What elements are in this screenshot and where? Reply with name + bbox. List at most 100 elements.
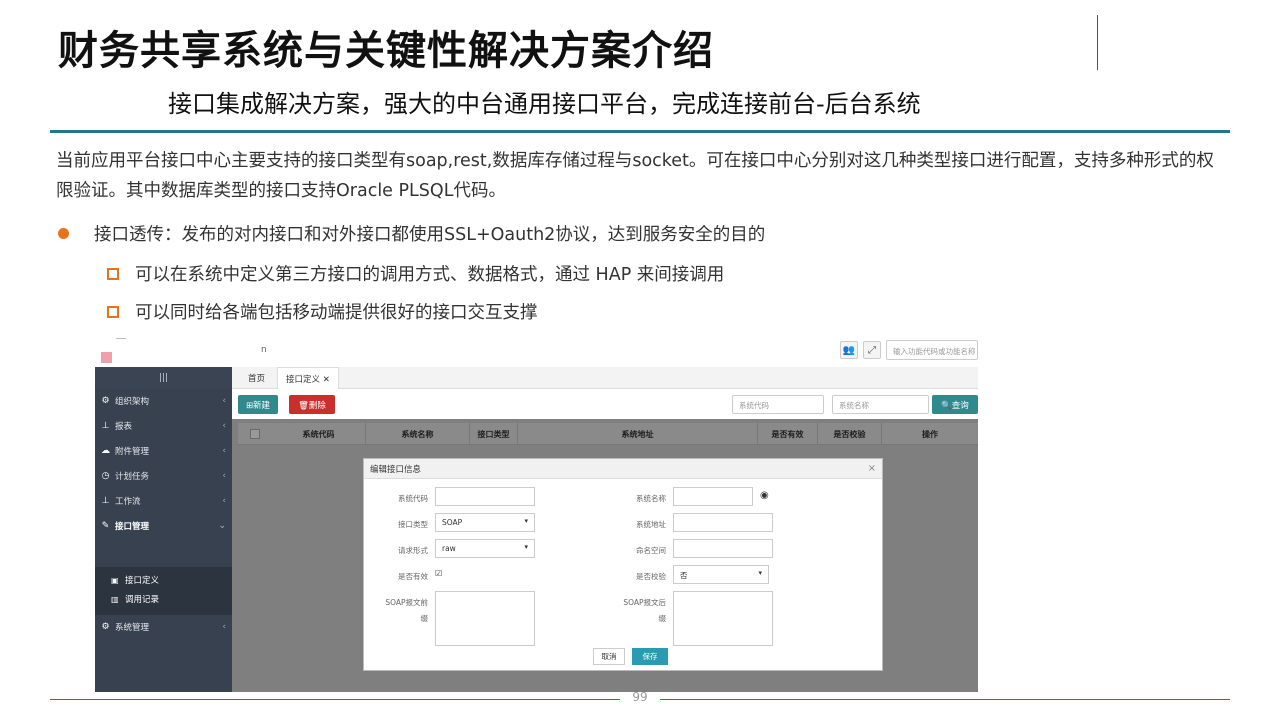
sidebar-submenu: ▣ 接口定义 ▥ 调用记录	[95, 567, 232, 615]
caret-down-icon: ▾	[524, 517, 528, 525]
request-form-value: raw	[442, 544, 456, 553]
title-divider	[1097, 15, 1098, 70]
sidebar-item-org[interactable]: ⚙ 组织架构 ‹	[95, 389, 232, 413]
footer-rule-right	[660, 699, 1230, 700]
filter-system-name-input[interactable]: 系统名称	[832, 395, 929, 414]
system-name-label: 系统名称	[636, 494, 666, 503]
sidebar-item-label: 组织架构	[115, 397, 150, 407]
sub-bullet-1: 可以在系统中定义第三方接口的调用方式、数据格式，通过 HAP 来间接调用	[107, 261, 724, 286]
sub-bullet-2: 可以同时给各端包括移动端提供很好的接口交互支撑	[107, 299, 538, 324]
table-header: 系统代码 系统名称 接口类型 系统地址 是否有效 是否校验 操作	[238, 423, 978, 445]
is-valid-label: 是否有效	[398, 572, 428, 581]
column-header[interactable]: 是否校验	[818, 423, 882, 445]
toolbar: ⊞新建 🗑删除 系统代码 系统名称 🔍查询	[232, 389, 978, 419]
sidebar-item-label: 工作流	[115, 497, 141, 507]
sidebar-item-report[interactable]: ⊥ 报表 ‹	[95, 414, 232, 438]
slide-title: 财务共享系统与关键性解决方案介绍	[58, 28, 714, 74]
sidebar: ||| ⚙ 组织架构 ‹ ⊥ 报表 ‹ ☁ 附件管理 ‹ ◷ 计划任务 ‹ ⊥ …	[95, 367, 232, 692]
sub-bullet-text: 可以同时给各端包括移动端提供很好的接口交互支撑	[135, 303, 538, 323]
sidebar-item-label: 系统管理	[115, 623, 150, 633]
sidebar-item-label: 附件管理	[115, 447, 150, 457]
intro-paragraph: 当前应用平台接口中心主要支持的接口类型有soap,rest,数据库存储过程与so…	[56, 151, 1214, 201]
query-button[interactable]: 🔍查询	[932, 395, 978, 414]
sidebar-sub-item-definition[interactable]: ▣ 接口定义	[111, 574, 159, 587]
system-code-label: 系统代码	[398, 494, 428, 503]
soap-prefix-label-cont: 缀	[420, 614, 429, 623]
app-screenshot: n 👥 ⤢ 输入功能代码或功能名称 ||| ⚙ 组织架构 ‹ ⊥ 报表 ‹ ☁ …	[95, 338, 978, 692]
edit-interface-modal: 编辑接口信息 × 系统代码 接口类型 SOAP ▾ 请求形式 raw ▾ 是否有…	[363, 458, 883, 671]
column-header[interactable]: 是否有效	[758, 423, 818, 445]
square-bullet-icon	[107, 267, 119, 280]
is-verify-value: 否	[680, 571, 688, 580]
users-icon[interactable]: 👥	[840, 341, 858, 359]
sidebar-item-label: 报表	[115, 422, 133, 432]
tab-bar: 首页 接口定义 ✕	[232, 367, 978, 389]
sidebar-sub-label: 调用记录	[125, 595, 160, 605]
soap-suffix-textarea[interactable]	[673, 591, 773, 646]
request-form-label: 请求形式	[398, 546, 428, 555]
close-icon[interactable]: ×	[868, 463, 876, 474]
save-button[interactable]: 保存	[632, 648, 668, 665]
soap-prefix-textarea[interactable]	[435, 591, 535, 646]
file-icon: ▣	[111, 575, 119, 585]
page-number: 99	[632, 690, 648, 704]
slide-subtitle: 接口集成解决方案，强大的中台通用接口平台，完成连接前台-后台系统	[168, 90, 921, 118]
bullet-dot-icon	[58, 228, 69, 239]
modal-title: 编辑接口信息	[364, 459, 882, 479]
system-code-input[interactable]	[435, 487, 535, 506]
delete-button[interactable]: 🗑删除	[289, 395, 335, 414]
column-header[interactable]: 系统名称	[366, 423, 470, 445]
sidebar-item-label: 接口管理	[115, 522, 150, 532]
sidebar-item-attachment[interactable]: ☁ 附件管理 ‹	[95, 439, 232, 463]
sidebar-item-system[interactable]: ⚙ 系统管理 ‹	[95, 615, 232, 639]
app-logo	[101, 352, 112, 363]
chevron-left-icon: ‹	[222, 396, 226, 406]
chevron-left-icon: ‹	[222, 471, 226, 481]
sidebar-item-label: 计划任务	[115, 472, 150, 482]
request-form-select[interactable]: raw ▾	[435, 539, 535, 558]
sub-bullet-text: 可以在系统中定义第三方接口的调用方式、数据格式，通过 HAP 来间接调用	[135, 265, 725, 285]
sitemap-icon: ⚙	[101, 396, 110, 406]
caret-down-icon: ▾	[758, 569, 762, 577]
cloud-icon: ☁	[101, 446, 110, 456]
tab-interface-definition[interactable]: 接口定义 ✕	[277, 367, 339, 389]
sidebar-sub-item-records[interactable]: ▥ 调用记录	[111, 593, 160, 606]
system-name-input[interactable]	[673, 487, 753, 506]
caret-down-icon: ▾	[524, 543, 528, 551]
logo-tick	[116, 338, 126, 339]
chevron-left-icon: ‹	[222, 622, 226, 632]
soap-prefix-label: SOAP报文前	[385, 598, 428, 607]
column-header[interactable]: 系统地址	[518, 423, 758, 445]
new-button[interactable]: ⊞新建	[238, 395, 278, 414]
org-chart-icon: ⊥	[101, 421, 110, 431]
column-header[interactable]: 操作	[882, 423, 978, 445]
filter-system-code-input[interactable]: 系统代码	[732, 395, 824, 414]
tab-home[interactable]: 首页	[240, 367, 273, 389]
chevron-left-icon: ‹	[222, 496, 226, 506]
sidebar-item-schedule[interactable]: ◷ 计划任务 ‹	[95, 464, 232, 488]
is-verify-select[interactable]: 否 ▾	[673, 565, 769, 584]
interface-type-select[interactable]: SOAP ▾	[435, 513, 535, 532]
chevron-left-icon: ‹	[222, 421, 226, 431]
sidebar-item-workflow[interactable]: ⊥ 工作流 ‹	[95, 489, 232, 513]
square-bullet-icon	[107, 305, 119, 318]
sidebar-item-interface[interactable]: ✎ 接口管理 ⌄	[95, 514, 232, 538]
workflow-icon: ⊥	[101, 496, 110, 506]
namespace-input[interactable]	[673, 539, 773, 558]
main-bullet-text: 接口透传：发布的对内接口和对外接口都使用SSL+Oauth2协议，达到服务安全的…	[94, 225, 766, 245]
is-valid-checkbox[interactable]: ☑	[435, 569, 442, 578]
chevron-down-icon: ⌄	[218, 521, 226, 531]
globe-icon[interactable]: ◉	[760, 490, 769, 501]
function-search-input[interactable]: 输入功能代码或功能名称	[886, 340, 978, 360]
sidebar-toggle[interactable]: |||	[95, 367, 232, 389]
plug-icon: ✎	[101, 521, 110, 531]
cancel-button[interactable]: 取消	[593, 648, 625, 665]
chevron-left-icon: ‹	[222, 446, 226, 456]
interface-type-value: SOAP	[442, 518, 463, 527]
clock-icon: ◷	[101, 471, 110, 481]
system-address-input[interactable]	[673, 513, 773, 532]
fullscreen-icon[interactable]: ⤢	[863, 341, 881, 359]
column-header[interactable]: 接口类型	[470, 423, 518, 445]
column-header[interactable]: 系统代码	[272, 423, 366, 445]
select-all-checkbox[interactable]	[250, 429, 260, 439]
